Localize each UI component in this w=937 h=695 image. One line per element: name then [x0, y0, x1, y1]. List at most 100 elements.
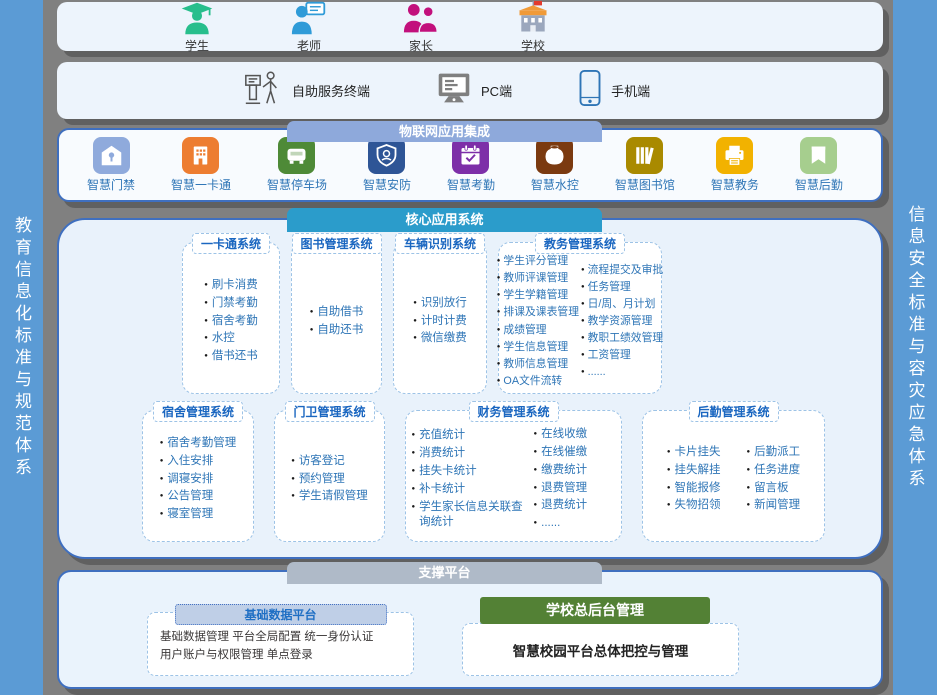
- school-backend-title: 学校总后台管理: [480, 597, 710, 624]
- iot-item-智慧一卡通: 智慧一卡通: [171, 137, 231, 193]
- bullet-icon: ●: [581, 369, 585, 377]
- subsystem-box-门卫管理系统: 门卫管理系统●访客登记●预约管理●学生请假管理: [274, 410, 385, 542]
- subsystem-column: ●自助借书●自助还书: [310, 305, 364, 338]
- subsystem-column: ●识别放行●计时计费●微信缴费: [413, 296, 467, 347]
- terminal-label: 手机端: [611, 81, 650, 100]
- core-subsystems-row-1: 一卡通系统●刷卡消费●门禁考勤●宿舍考勤●水控●借书还书图书管理系统●自助借书●…: [182, 242, 662, 394]
- library-icon: [626, 137, 663, 174]
- subsystem-item: ●补卡统计: [412, 482, 530, 497]
- subsystem-item-label: 调寝安排: [167, 472, 213, 487]
- iot-label: 智慧考勤: [447, 176, 495, 193]
- subsystem-title: 后勤管理系统: [688, 401, 778, 422]
- bullet-icon: ●: [581, 284, 585, 292]
- subsystem-item: ●自助还书: [310, 323, 364, 338]
- subsystem-title: 财务管理系统: [468, 401, 558, 422]
- bullet-icon: ●: [204, 300, 208, 308]
- terminal-item-手机端: 手机端: [577, 69, 650, 112]
- subsystem-item-label: 消费统计: [419, 446, 465, 461]
- subsystem-item-label: 挂失卡统计: [419, 464, 477, 479]
- terminal-item-PC端: PC端: [435, 70, 512, 111]
- subsystem-item-label: 识别放行: [421, 296, 467, 311]
- bullet-icon: ●: [412, 432, 416, 440]
- subsystem-column: ●宿舍考勤管理●入住安排●调寝安排●公告管理●寝室管理: [160, 436, 237, 523]
- bullet-icon: ●: [412, 450, 416, 458]
- user-label: 老师: [297, 37, 321, 54]
- subsystem-item-label: 公告管理: [167, 489, 213, 504]
- subsystem-item: ●宿舍考勤: [204, 314, 258, 329]
- bullet-icon: ●: [291, 476, 295, 484]
- subsystem-box-财务管理系统: 财务管理系统●充值统计●消费统计●挂失卡统计●补卡统计●学生家长信息关联查询统计…: [405, 410, 622, 542]
- subsystem-box-图书管理系统: 图书管理系统●自助借书●自助还书: [291, 242, 382, 394]
- subsystem-columns: ●访客登记●预约管理●学生请假管理: [275, 411, 384, 541]
- subsystem-item: ●学生请假管理: [291, 489, 368, 504]
- subsystem-item: ●访客登记: [291, 454, 368, 469]
- subsystem-item-label: 学生学籍管理: [503, 288, 568, 302]
- door-access-icon: [93, 137, 130, 174]
- subsystem-column: ●充值统计●消费统计●挂失卡统计●补卡统计●学生家长信息关联查询统计: [412, 428, 530, 530]
- subsystem-item: ●识别放行: [413, 296, 467, 311]
- subsystem-item: ●宿舍考勤管理: [160, 436, 237, 451]
- bullet-icon: ●: [667, 502, 671, 510]
- users-row: 学生老师家长学校: [57, 2, 883, 51]
- subsystem-item-label: 在线收缴: [541, 427, 587, 442]
- iot-integration-section: 物联网应用集成 智慧门禁智慧一卡通智慧停车场智慧安防智慧考勤智慧水控智慧图书馆智…: [57, 128, 883, 202]
- water-icon: [536, 137, 573, 174]
- logistics-icon: [800, 137, 837, 174]
- subsystem-item-label: 学生评分管理: [503, 254, 568, 268]
- subsystem-item: ●缴费统计: [534, 463, 616, 478]
- subsystem-item: ●排课及课表管理: [497, 305, 579, 319]
- bullet-icon: ●: [413, 318, 417, 326]
- subsystem-item-label: 成绩管理: [503, 323, 546, 337]
- subsystem-item: ●入住安排: [160, 454, 237, 469]
- iot-label: 智慧停车场: [267, 176, 327, 193]
- bullet-icon: ●: [160, 476, 164, 484]
- subsystem-column: ●在线收缴●在线催缴●缴费统计●退费管理●退费统计●......: [534, 427, 616, 532]
- subsystem-item-label: 教职工绩效管理: [588, 331, 664, 345]
- base-data-platform-box: 基础数据平台 基础数据管理 平台全局配置 统一身份认证用户账户与权限管理 单点登…: [147, 612, 414, 676]
- iot-item-智慧图书馆: 智慧图书馆: [615, 137, 675, 193]
- subsystem-item: ●门禁考勤: [204, 296, 258, 311]
- bullet-icon: ●: [747, 502, 751, 510]
- subsystem-item-label: 充值统计: [419, 428, 465, 443]
- school-icon: [514, 0, 552, 36]
- subsystem-item-label: 日/周、月计划: [588, 297, 656, 311]
- subsystem-item-label: OA文件流转: [503, 374, 562, 388]
- subsystem-item: ●在线催缴: [534, 445, 616, 460]
- subsystem-item: ●新闻管理: [747, 498, 801, 513]
- subsystem-box-宿舍管理系统: 宿舍管理系统●宿舍考勤管理●入住安排●调寝安排●公告管理●寝室管理: [142, 410, 254, 542]
- bullet-icon: ●: [747, 485, 751, 493]
- subsystem-item: ●任务进度: [747, 463, 801, 478]
- subsystem-item-label: 新闻管理: [754, 498, 800, 513]
- subsystem-item-label: 计时计费: [421, 314, 467, 329]
- subsystem-item-label: 卡片挂失: [675, 445, 721, 460]
- academic-icon: [716, 137, 753, 174]
- bullet-icon: ●: [310, 309, 314, 317]
- subsystem-item-label: 宿舍考勤管理: [167, 436, 236, 451]
- subsystem-item-label: 任务管理: [588, 280, 631, 294]
- base-platform-line: 用户账户与权限管理 单点登录: [160, 647, 405, 665]
- subsystem-item: ●借书还书: [204, 349, 258, 364]
- subsystem-item: ●流程提交及审批: [581, 263, 663, 277]
- bullet-icon: ●: [291, 493, 295, 501]
- subsystem-item-label: 工资管理: [588, 348, 631, 362]
- subsystem-column: ●后勤派工●任务进度●留言板●新闻管理: [747, 445, 801, 514]
- subsystem-item-label: 退费统计: [541, 498, 587, 513]
- subsystem-column: ●访客登记●预约管理●学生请假管理: [291, 454, 368, 505]
- subsystem-box-后勤管理系统: 后勤管理系统●卡片挂失●挂失解挂●智能报修●失物招领●后勤派工●任务进度●留言板…: [642, 410, 825, 542]
- subsystem-item: ●失物招领: [667, 498, 721, 513]
- subsystem-item-label: 排课及课表管理: [503, 305, 579, 319]
- user-label: 学校: [521, 37, 545, 54]
- subsystem-item-label: 智能报修: [675, 481, 721, 496]
- bullet-icon: ●: [160, 458, 164, 466]
- user-item-家长: 家长: [386, 0, 456, 54]
- iot-item-智慧停车场: 智慧停车场: [267, 137, 327, 193]
- subsystem-box-一卡通系统: 一卡通系统●刷卡消费●门禁考勤●宿舍考勤●水控●借书还书: [182, 242, 280, 394]
- subsystem-item-label: 刷卡消费: [212, 278, 258, 293]
- subsystem-title: 车辆识别系统: [395, 233, 485, 254]
- subsystem-column: ●学生评分管理●教师评课管理●学生学籍管理●排课及课表管理●成绩管理●学生信息管…: [497, 254, 579, 387]
- diagram-main-column: 学生老师家长学校 自助服务终端PC端手机端 物联网应用集成 智慧门禁智慧一卡通智…: [57, 0, 883, 695]
- subsystem-item: ●刷卡消费: [204, 278, 258, 293]
- bullet-icon: ●: [667, 449, 671, 457]
- subsystem-columns: ●自助借书●自助还书: [292, 243, 381, 393]
- core-section-header: 核心应用系统: [287, 208, 602, 232]
